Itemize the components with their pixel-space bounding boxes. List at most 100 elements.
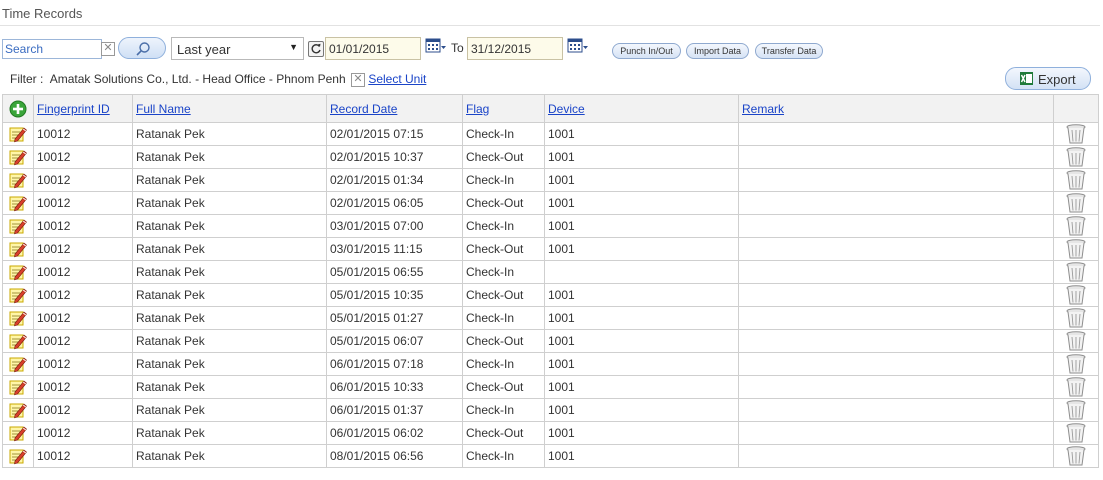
punch-in-out-button[interactable]: Punch In/Out: [612, 43, 681, 59]
edit-note-icon[interactable]: [8, 332, 28, 350]
edit-cell[interactable]: [2, 352, 34, 376]
edit-note-icon[interactable]: [8, 378, 28, 396]
delete-cell[interactable]: [1053, 306, 1099, 330]
trash-icon[interactable]: [1065, 330, 1087, 352]
edit-note-icon[interactable]: [8, 240, 28, 258]
delete-cell[interactable]: [1053, 444, 1099, 468]
edit-cell[interactable]: [2, 421, 34, 445]
cell-full-name: Ratanak Pek: [132, 191, 327, 215]
add-circle-icon[interactable]: [9, 100, 27, 118]
delete-cell[interactable]: [1053, 260, 1099, 284]
trash-icon[interactable]: [1065, 169, 1087, 191]
col-remark[interactable]: Remark: [738, 94, 1054, 123]
delete-cell[interactable]: [1053, 122, 1099, 146]
trash-icon[interactable]: [1065, 422, 1087, 444]
cell-full-name: Ratanak Pek: [132, 145, 327, 169]
edit-note-icon[interactable]: [8, 217, 28, 235]
delete-cell[interactable]: [1053, 329, 1099, 353]
edit-note-icon[interactable]: [8, 263, 28, 281]
delete-cell[interactable]: [1053, 283, 1099, 307]
edit-cell[interactable]: [2, 260, 34, 284]
edit-note-icon[interactable]: [8, 355, 28, 373]
edit-cell[interactable]: [2, 145, 34, 169]
trash-icon[interactable]: [1065, 123, 1087, 145]
trash-icon[interactable]: [1065, 215, 1087, 237]
delete-cell[interactable]: [1053, 398, 1099, 422]
refresh-icon[interactable]: [308, 41, 324, 57]
date-from-input[interactable]: 01/01/2015: [325, 37, 421, 60]
delete-cell[interactable]: [1053, 352, 1099, 376]
period-select[interactable]: Last year ▼: [171, 37, 304, 60]
filter-clear-button[interactable]: ✕: [350, 72, 365, 87]
cell-flag: Check-In: [462, 306, 545, 330]
edit-cell[interactable]: [2, 444, 34, 468]
cell-remark: [738, 191, 1054, 215]
trash-icon[interactable]: [1065, 376, 1087, 398]
edit-cell[interactable]: [2, 191, 34, 215]
export-button[interactable]: Export: [1005, 67, 1091, 90]
export-label: Export: [1038, 72, 1076, 87]
edit-note-icon[interactable]: [8, 447, 28, 465]
trash-icon[interactable]: [1065, 284, 1087, 306]
search-button[interactable]: [118, 37, 166, 59]
import-data-button[interactable]: Import Data: [686, 43, 749, 59]
cell-full-name: Ratanak Pek: [132, 237, 327, 261]
col-record-date[interactable]: Record Date: [326, 94, 463, 123]
edit-cell[interactable]: [2, 329, 34, 353]
edit-cell[interactable]: [2, 398, 34, 422]
edit-cell[interactable]: [2, 283, 34, 307]
filter-unit: Amatak Solutions Co., Ltd. - Head Office…: [49, 72, 346, 86]
cell-record-date: 06/01/2015 01:37: [326, 398, 463, 422]
delete-cell[interactable]: [1053, 237, 1099, 261]
edit-cell[interactable]: [2, 214, 34, 238]
col-full-name[interactable]: Full Name: [132, 94, 327, 123]
delete-cell[interactable]: [1053, 375, 1099, 399]
edit-note-icon[interactable]: [8, 309, 28, 327]
trash-icon[interactable]: [1065, 146, 1087, 168]
edit-note-icon[interactable]: [8, 286, 28, 304]
edit-note-icon[interactable]: [8, 424, 28, 442]
transfer-data-button[interactable]: Transfer Data: [755, 43, 823, 59]
calendar-icon[interactable]: [425, 37, 447, 55]
date-to-input[interactable]: 31/12/2015: [467, 37, 563, 60]
cell-record-date: 05/01/2015 06:55: [326, 260, 463, 284]
cell-record-date: 03/01/2015 07:00: [326, 214, 463, 238]
trash-icon[interactable]: [1065, 399, 1087, 421]
search-clear-button[interactable]: ✕: [101, 42, 115, 56]
select-unit-link[interactable]: Select Unit: [368, 72, 426, 86]
edit-cell[interactable]: [2, 375, 34, 399]
delete-cell[interactable]: [1053, 145, 1099, 169]
edit-note-icon[interactable]: [8, 401, 28, 419]
search-input[interactable]: [2, 39, 102, 59]
edit-cell[interactable]: [2, 168, 34, 192]
edit-cell[interactable]: [2, 122, 34, 146]
edit-cell[interactable]: [2, 237, 34, 261]
edit-note-icon[interactable]: [8, 125, 28, 143]
delete-cell[interactable]: [1053, 191, 1099, 215]
cell-device: 1001: [544, 168, 739, 192]
delete-cell[interactable]: [1053, 168, 1099, 192]
add-record-header[interactable]: [2, 94, 34, 123]
edit-note-icon[interactable]: [8, 171, 28, 189]
trash-icon[interactable]: [1065, 307, 1087, 329]
cell-flag: Check-In: [462, 122, 545, 146]
edit-cell[interactable]: [2, 306, 34, 330]
delete-cell[interactable]: [1053, 421, 1099, 445]
edit-note-icon[interactable]: [8, 148, 28, 166]
cell-remark: [738, 444, 1054, 468]
calendar-icon[interactable]: [567, 37, 589, 55]
col-device[interactable]: Device: [544, 94, 739, 123]
trash-icon[interactable]: [1065, 192, 1087, 214]
cell-record-date: 02/01/2015 07:15: [326, 122, 463, 146]
delete-cell[interactable]: [1053, 214, 1099, 238]
col-flag[interactable]: Flag: [462, 94, 545, 123]
trash-icon[interactable]: [1065, 238, 1087, 260]
table-row: 10012 Ratanak Pek 02/01/2015 01:34 Check-In…: [2, 168, 1099, 192]
trash-icon[interactable]: [1065, 445, 1087, 467]
col-fingerprint-id[interactable]: Fingerprint ID: [33, 94, 133, 123]
trash-icon[interactable]: [1065, 261, 1087, 283]
trash-icon[interactable]: [1065, 353, 1087, 375]
table-row: 10012 Ratanak Pek 05/01/2015 10:35 Check-Ou…: [2, 283, 1099, 307]
table-header-row: Fingerprint ID Full Name Record Date Fla…: [2, 94, 1099, 123]
edit-note-icon[interactable]: [8, 194, 28, 212]
